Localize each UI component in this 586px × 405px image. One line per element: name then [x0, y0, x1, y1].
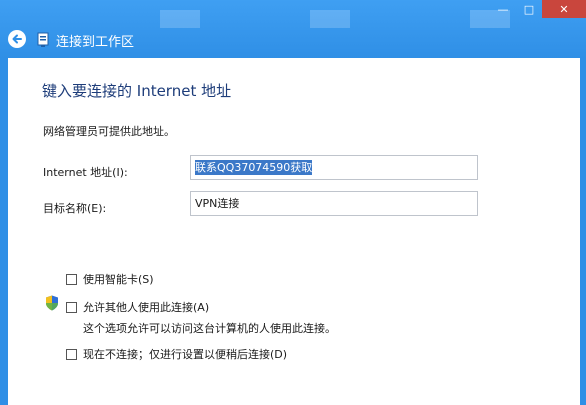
background-ghost-icon: [310, 10, 350, 28]
window-title: 连接到工作区: [56, 35, 135, 50]
internet-address-value: 联系QQ37074590获取: [195, 160, 313, 175]
connect-later-option[interactable]: 现在不连接；仅进行设置以便稍后连接(D): [66, 346, 287, 362]
allow-others-label: 允许其他人使用此连接(A): [83, 301, 210, 314]
allow-others-note: 这个选项允许可以访问这台计算机的人使用此连接。: [83, 322, 336, 335]
minimize-button[interactable]: —: [490, 0, 516, 18]
destination-name-value: VPN连接: [195, 197, 240, 210]
destination-name-field[interactable]: VPN连接: [190, 191, 478, 216]
page-description: 网络管理员可提供此地址。: [43, 125, 175, 138]
allow-others-option[interactable]: 允许其他人使用此连接(A): [66, 299, 209, 315]
window-controls: — □ ✕: [490, 0, 586, 20]
background-ghost-icon: [160, 10, 200, 28]
allow-others-checkbox[interactable]: [66, 301, 77, 313]
window-frame-right: [580, 58, 586, 405]
maximize-button[interactable]: □: [516, 0, 542, 18]
uac-shield-icon: [46, 295, 58, 311]
smart-card-option[interactable]: 使用智能卡(S): [66, 271, 154, 287]
network-connection-icon: [37, 32, 49, 47]
back-arrow-icon: [12, 34, 22, 44]
internet-address-field[interactable]: 联系QQ37074590获取: [190, 155, 478, 180]
title-bar: — □ ✕ 连接到工作区: [0, 0, 586, 58]
back-button[interactable]: [8, 30, 26, 48]
window-frame-left: [0, 58, 8, 405]
page-heading: 键入要连接的 Internet 地址: [42, 82, 232, 100]
smart-card-label: 使用智能卡(S): [83, 273, 154, 286]
smart-card-checkbox[interactable]: [66, 273, 77, 285]
destination-name-label: 目标名称(E):: [43, 202, 107, 215]
connect-later-checkbox[interactable]: [66, 348, 77, 360]
connect-later-label: 现在不连接；仅进行设置以便稍后连接(D): [83, 348, 288, 361]
internet-address-label: Internet 地址(I):: [43, 166, 128, 179]
close-button[interactable]: ✕: [542, 0, 586, 18]
